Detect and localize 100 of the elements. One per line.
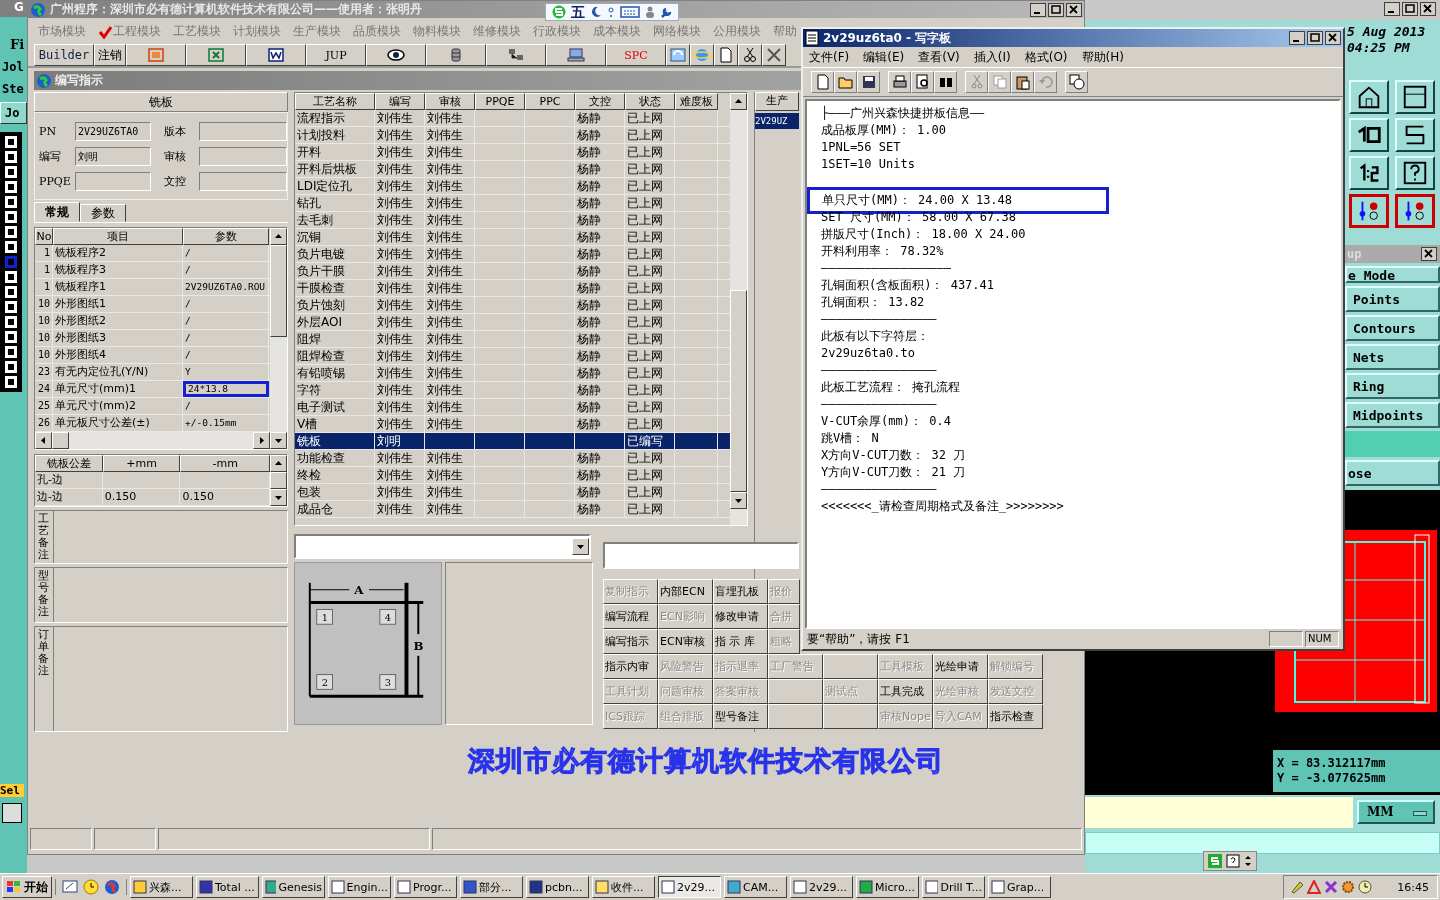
desktop-icon[interactable] xyxy=(62,879,78,895)
date-time-button[interactable] xyxy=(1065,71,1088,93)
table-row[interactable]: 干膜检查 刘伟生 刘伟生 杨静 已上网 xyxy=(295,280,730,297)
table-row[interactable]: 负片蚀刻 刘伟生 刘伟生 杨静 已上网 xyxy=(295,297,730,314)
mode-button[interactable]: Points xyxy=(1345,286,1440,312)
minimize-button[interactable] xyxy=(1384,2,1400,16)
table-row[interactable]: 电子测试 刘伟生 刘伟生 杨静 已上网 xyxy=(295,399,730,416)
minimize-button[interactable] xyxy=(1289,31,1305,45)
column-header[interactable]: 工艺名称 xyxy=(295,93,375,110)
table-row[interactable]: 去毛刺 刘伟生 刘伟生 杨静 已上网 xyxy=(295,212,730,229)
taskbar-button[interactable]: Drill T... xyxy=(922,876,985,898)
table-row[interactable]: 开料后烘板 刘伟生 刘伟生 杨静 已上网 xyxy=(295,161,730,178)
input-field[interactable] xyxy=(199,122,287,141)
keyboard-icon[interactable] xyxy=(620,6,640,18)
unit-dropdown[interactable]: MM xyxy=(1357,800,1435,824)
mode-button[interactable]: e Mode xyxy=(1345,266,1440,283)
action-button[interactable]: 工具完成 xyxy=(878,679,933,704)
table-row[interactable]: 成品仓 刘伟生 刘伟生 杨静 已上网 xyxy=(295,501,730,518)
scrollbar[interactable] xyxy=(35,432,270,449)
menu-item[interactable]: 文件(F) xyxy=(809,48,850,66)
resize-icon[interactable] xyxy=(2,803,22,823)
pencil-icon[interactable] xyxy=(1290,880,1305,894)
spinner-icon[interactable] xyxy=(1244,854,1252,868)
table-row[interactable]: 字符 刘伟生 刘伟生 杨静 已上网 xyxy=(295,382,730,399)
column-header[interactable]: 文控 xyxy=(575,93,625,110)
taskbar-button[interactable]: 兴森... xyxy=(130,876,193,898)
taskbar-button[interactable]: CAM... xyxy=(724,876,787,898)
action-button[interactable]: 指 示 库 xyxy=(713,629,768,654)
menu-item[interactable]: 查看(V) xyxy=(918,48,960,66)
taskbar-button[interactable]: 收件... xyxy=(592,876,655,898)
column-header[interactable]: 难度板 xyxy=(675,93,718,110)
builder-button[interactable]: Builder xyxy=(34,44,94,66)
help-icon[interactable] xyxy=(1226,854,1240,868)
scroll-thumb[interactable] xyxy=(270,472,287,489)
clock-icon[interactable] xyxy=(83,879,99,895)
column-header[interactable]: 状态 xyxy=(625,93,675,110)
taskbar-button[interactable]: Grap... xyxy=(988,876,1051,898)
mode-button[interactable]: Contours xyxy=(1345,315,1440,341)
input-field[interactable]: 刘明 xyxy=(75,147,151,166)
spreadsheet-button[interactable] xyxy=(186,44,246,66)
logout-button[interactable]: 注销 xyxy=(94,44,126,66)
punctuation-icon[interactable] xyxy=(607,6,615,18)
slides-button[interactable] xyxy=(126,44,186,66)
start-button[interactable]: 开始 xyxy=(2,876,52,898)
refresh-button[interactable] xyxy=(666,44,690,66)
browser-button[interactable] xyxy=(690,44,714,66)
new-file-button[interactable] xyxy=(811,71,834,93)
scrollbar[interactable] xyxy=(730,93,747,525)
table-row[interactable]: 负片电镀 刘伟生 刘伟生 杨静 已上网 xyxy=(295,246,730,263)
column-header[interactable]: 生产 xyxy=(755,92,799,111)
maximize-button[interactable] xyxy=(1048,2,1064,17)
job-button[interactable]: Jo xyxy=(0,102,27,124)
menu-label[interactable]: Fi xyxy=(0,37,25,52)
column-header[interactable]: 审核 xyxy=(425,93,475,110)
input-field[interactable] xyxy=(603,542,799,569)
mode-button[interactable]: Ring xyxy=(1345,373,1440,399)
menu-item[interactable]: 帮助(H) xyxy=(1081,48,1124,66)
taskbar-button[interactable]: 部分... xyxy=(460,876,523,898)
table-row[interactable]: 钻孔 刘伟生 刘伟生 杨静 已上网 xyxy=(295,195,730,212)
table-row[interactable]: 终检 刘伟生 刘伟生 杨静 已上网 xyxy=(295,467,730,484)
document-button[interactable] xyxy=(246,44,306,66)
taskbar-button[interactable]: 2v29... xyxy=(658,876,721,898)
save-button[interactable] xyxy=(857,71,880,93)
taskbar-button[interactable]: pcbn... xyxy=(526,876,589,898)
column-header[interactable]: 参数 xyxy=(183,228,269,245)
scroll-thumb[interactable] xyxy=(270,245,287,337)
table-row[interactable]: 负片干膜 刘伟生 刘伟生 杨静 已上网 xyxy=(295,263,730,280)
wrench-icon[interactable] xyxy=(660,6,672,18)
column-header[interactable]: PPQE xyxy=(475,93,525,110)
user-icon[interactable] xyxy=(645,6,655,18)
taskbar-button[interactable]: Engin... xyxy=(328,876,391,898)
action-button[interactable]: 光绘申请 xyxy=(933,654,988,679)
close-button[interactable] xyxy=(1421,247,1437,261)
input-field[interactable]: 2V29UZ6TA0 xyxy=(75,122,151,141)
triangle-icon[interactable] xyxy=(1307,880,1322,894)
globe-icon[interactable] xyxy=(104,879,120,895)
cut-button[interactable] xyxy=(738,44,762,66)
table-row[interactable]: 功能检查 刘伟生 刘伟生 杨静 已上网 xyxy=(295,450,730,467)
moon-icon[interactable] xyxy=(590,6,602,18)
undo-button[interactable] xyxy=(1034,71,1057,93)
table-row[interactable]: LDI定位孔 刘伟生 刘伟生 杨静 已上网 xyxy=(295,178,730,195)
table-row[interactable]: 沉铜 刘伟生 刘伟生 杨静 已上网 xyxy=(295,229,730,246)
print-preview-button[interactable] xyxy=(911,71,934,93)
action-button[interactable]: 编写流程 xyxy=(603,604,658,629)
s-icon[interactable] xyxy=(552,5,566,19)
column-header[interactable]: 铣板公差 xyxy=(35,455,103,472)
column-header[interactable]: +mm xyxy=(102,455,181,472)
action-button[interactable]: 内部ECN xyxy=(658,579,713,604)
paste-button[interactable] xyxy=(1011,71,1034,93)
taskbar-button[interactable]: 2v29... xyxy=(790,876,853,898)
table-row[interactable]: 计划投料 刘伟生 刘伟生 杨静 已上网 xyxy=(295,127,730,144)
computer-button[interactable] xyxy=(546,44,606,66)
mode-button[interactable]: Nets xyxy=(1345,344,1440,370)
eye-button[interactable] xyxy=(366,44,426,66)
new-file-button[interactable] xyxy=(714,44,738,66)
taskbar-button[interactable]: Genesis xyxy=(262,876,325,898)
column-header[interactable]: 项目 xyxy=(53,228,183,245)
input-field[interactable] xyxy=(199,172,287,191)
taskbar-button[interactable]: Micro... xyxy=(856,876,919,898)
action-button[interactable]: ECN审核 xyxy=(658,629,713,654)
